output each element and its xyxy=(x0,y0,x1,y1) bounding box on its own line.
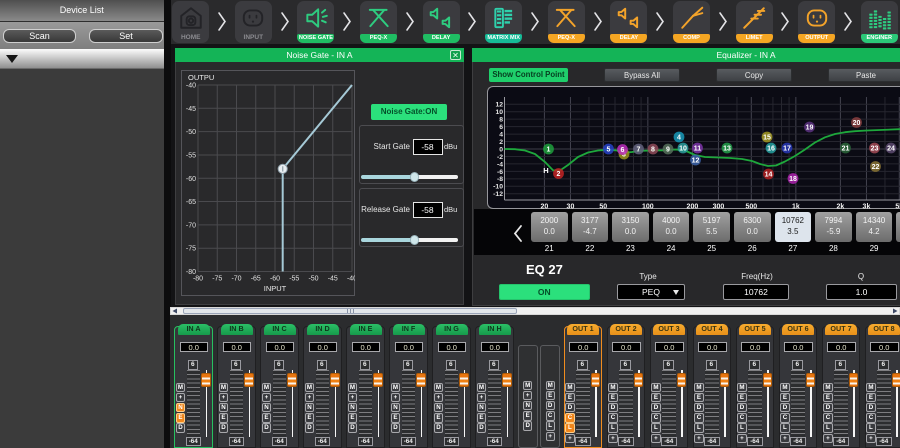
svg-text:100: 100 xyxy=(642,204,654,209)
svg-text:1: 1 xyxy=(547,147,551,154)
svg-text:-4: -4 xyxy=(497,161,503,168)
svg-text:4: 4 xyxy=(677,135,681,142)
svg-text:500: 500 xyxy=(745,204,757,209)
svg-text:6: 6 xyxy=(621,147,625,154)
svg-text:2k: 2k xyxy=(837,204,845,209)
svg-text:-50: -50 xyxy=(186,129,196,136)
svg-text:-40: -40 xyxy=(347,276,355,283)
svg-text:13: 13 xyxy=(723,146,731,153)
svg-text:11: 11 xyxy=(694,146,702,153)
svg-text:-65: -65 xyxy=(186,199,196,206)
svg-text:14: 14 xyxy=(765,172,773,179)
svg-text:16: 16 xyxy=(767,146,775,153)
svg-text:-70: -70 xyxy=(186,222,196,229)
svg-text:-60: -60 xyxy=(186,176,196,183)
svg-text:-45: -45 xyxy=(328,276,338,283)
svg-text:-80: -80 xyxy=(186,269,196,276)
svg-text:7: 7 xyxy=(637,147,641,154)
svg-text:300: 300 xyxy=(713,204,725,209)
svg-text:-75: -75 xyxy=(212,276,222,283)
svg-text:4: 4 xyxy=(499,131,503,138)
svg-text:2: 2 xyxy=(499,139,503,146)
svg-text:50: 50 xyxy=(599,204,607,209)
svg-text:5: 5 xyxy=(607,147,611,154)
svg-text:21: 21 xyxy=(842,146,850,153)
svg-text:0: 0 xyxy=(499,146,503,153)
svg-text:22: 22 xyxy=(872,164,880,171)
svg-text:9: 9 xyxy=(666,147,670,154)
svg-text:8: 8 xyxy=(651,147,655,154)
svg-text:-2: -2 xyxy=(497,154,503,161)
svg-text:-55: -55 xyxy=(289,276,299,283)
svg-text:200: 200 xyxy=(687,204,699,209)
svg-text:19: 19 xyxy=(806,125,814,132)
svg-text:3k: 3k xyxy=(863,204,871,209)
svg-text:H: H xyxy=(543,166,548,175)
svg-text:2: 2 xyxy=(557,171,561,178)
svg-text:-50: -50 xyxy=(308,276,318,283)
svg-text:-65: -65 xyxy=(251,276,261,283)
svg-text:15: 15 xyxy=(763,135,771,142)
svg-text:5k: 5k xyxy=(895,204,900,209)
svg-text:8: 8 xyxy=(499,117,503,124)
svg-text:30: 30 xyxy=(567,204,575,209)
svg-text:-12: -12 xyxy=(493,191,503,198)
svg-text:-75: -75 xyxy=(186,246,196,253)
svg-text:20: 20 xyxy=(853,120,861,127)
svg-text:-55: -55 xyxy=(186,152,196,159)
svg-text:-10: -10 xyxy=(493,184,503,191)
svg-text:24: 24 xyxy=(887,146,895,153)
svg-text:-6: -6 xyxy=(497,169,503,176)
svg-text:12: 12 xyxy=(692,158,700,165)
svg-text:-8: -8 xyxy=(497,176,503,183)
svg-text:6: 6 xyxy=(499,124,503,131)
svg-text:-45: -45 xyxy=(186,106,196,113)
svg-text:12: 12 xyxy=(495,102,503,109)
svg-text:-60: -60 xyxy=(270,276,280,283)
svg-text:-70: -70 xyxy=(231,276,241,283)
svg-text:23: 23 xyxy=(871,146,879,153)
svg-text:1k: 1k xyxy=(792,204,800,209)
svg-text:17: 17 xyxy=(783,146,791,153)
svg-text:-80: -80 xyxy=(193,276,203,283)
svg-text:20: 20 xyxy=(541,204,549,209)
svg-text:-40: -40 xyxy=(186,83,196,90)
svg-text:10: 10 xyxy=(679,146,687,153)
svg-text:10: 10 xyxy=(495,109,503,116)
svg-text:OUTPU: OUTPU xyxy=(188,73,214,82)
svg-text:18: 18 xyxy=(789,176,797,183)
svg-text:INPUT: INPUT xyxy=(264,284,287,293)
